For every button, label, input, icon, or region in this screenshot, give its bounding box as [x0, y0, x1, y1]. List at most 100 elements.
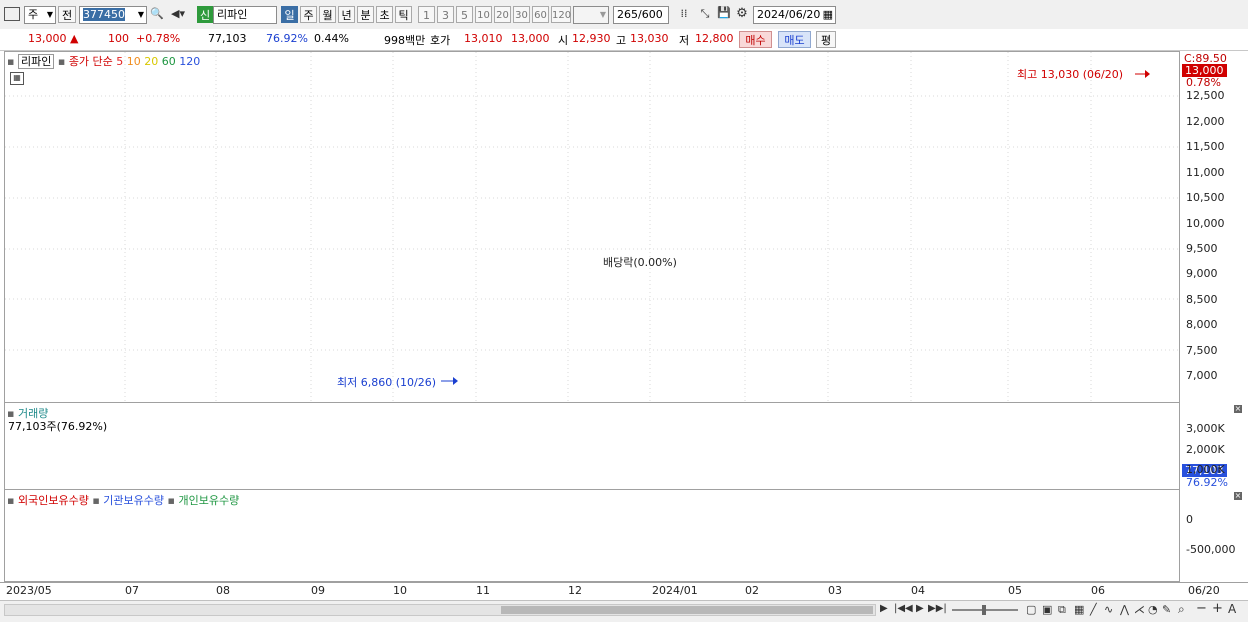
pattern-tool-icon[interactable]: ⋀ [1120, 603, 1129, 616]
y-tick: 7,000 [1186, 369, 1218, 382]
quote-bar: 13,000 ▲ 100 +0.78% 77,103 76.92% 0.44% … [0, 29, 1248, 51]
price-pane-legend: ▪ 리파인 ▪ 종가 단순 5 10 20 60 120 [7, 53, 200, 69]
stock-name-field[interactable]: 리파인 [213, 6, 277, 24]
fan-tool-icon[interactable]: ⋌ [1134, 603, 1145, 616]
pen-tool-icon[interactable]: ✎ [1162, 603, 1171, 616]
draw-tool-icon[interactable]: ⤡ [696, 7, 714, 21]
x-tick: 06 [1091, 584, 1105, 597]
foreign-holdings-label: 외국인보유수량 [17, 494, 89, 507]
speaker-icon[interactable]: ◀▾ [168, 7, 188, 20]
price-chart-pane[interactable]: ▪ 리파인 ▪ 종가 단순 5 10 20 60 120 ▦ 최고 13,030… [4, 51, 1180, 403]
split-view-icon[interactable]: ▣ [1042, 603, 1052, 616]
chevron-down-icon: ▼ [46, 10, 53, 19]
interval-1-button[interactable]: 1 [418, 6, 435, 23]
y-tick: 12,500 [1186, 89, 1225, 102]
x-end-label: 06/20 [1188, 584, 1220, 597]
interval-20-button[interactable]: 20 [494, 6, 511, 23]
x-tick: 07 [125, 584, 139, 597]
chevron-down-icon: ▼ [599, 10, 606, 19]
font-size-icon[interactable]: A [1228, 602, 1236, 616]
institution-holdings-label: 기관보유수량 [103, 494, 165, 507]
volume-current-pct: 76.92% [1186, 476, 1228, 489]
high-label: 고 [616, 34, 627, 47]
low-label: 저 [679, 34, 690, 47]
trend-line-icon[interactable]: ╱ [1090, 603, 1097, 616]
x-tick: 02 [745, 584, 759, 597]
interval-30-button[interactable]: 30 [513, 6, 530, 23]
period-day-button[interactable]: 일 [281, 6, 298, 23]
period-month-button[interactable]: 월 [319, 6, 336, 23]
period-week-button[interactable]: 주 [300, 6, 317, 23]
legend-marker-icon: ▪ [167, 494, 175, 507]
buy-button[interactable]: 매수 [739, 31, 772, 48]
y-tick: 9,500 [1186, 242, 1218, 255]
period-mode-select[interactable]: 주 ▼ [24, 6, 56, 24]
y-tick: 10,000 [1186, 217, 1225, 230]
scroll-right-icon[interactable]: ▶ [880, 603, 888, 614]
zoom-slider[interactable] [952, 605, 1018, 615]
x-tick: 05 [1008, 584, 1022, 597]
layout-icon[interactable]: ▢ [1026, 603, 1036, 616]
zoom-in-icon[interactable]: + [1212, 601, 1223, 616]
y-tick: 9,000 [1186, 267, 1218, 280]
save-icon[interactable]: 💾 [716, 6, 732, 19]
x-axis-bar [0, 582, 1248, 601]
last-page-icon[interactable]: ▶▶| [928, 603, 947, 614]
high-marker-arrowhead [1145, 70, 1150, 78]
holdings-legend: ▪ 외국인보유수량 ▪ 기관보유수량 ▪ 개인보유수량 [7, 492, 239, 508]
gear-icon[interactable]: ⚙ [734, 6, 750, 21]
y-tick: 11,000 [1186, 166, 1225, 179]
search-icon[interactable]: 🔍 [150, 7, 164, 20]
scrollbar-thumb[interactable] [501, 606, 873, 614]
high-annotation: 최고 13,030 (06/20) [1017, 68, 1124, 81]
main-toolbar: 주 ▼ 전 377450 ▼ 🔍 ◀▾ 신 리파인 일 주 월 년 분 초 틱 1 … [0, 0, 1248, 30]
horizontal-scrollbar[interactable] [4, 604, 876, 616]
individual-holdings-label: 개인보유수량 [178, 494, 240, 507]
chart-layout-icon[interactable] [4, 7, 20, 21]
ma-60-label: 60 [161, 55, 176, 68]
candle-settings-icon[interactable]: ⁞⁞ [675, 7, 693, 20]
holdings-pane[interactable]: ▪ 외국인보유수량 ▪ 기관보유수량 ▪ 개인보유수량 [4, 490, 1180, 582]
cycle-tool-icon[interactable]: ◔ [1148, 603, 1158, 616]
ask-label: 호가 [430, 34, 451, 47]
period-minute-button[interactable]: 분 [357, 6, 374, 23]
turnover-ratio: 0.44% [314, 32, 349, 45]
interval-120-button[interactable]: 120 [551, 6, 571, 23]
legend-marker-icon: ▪ [57, 55, 66, 68]
interval-10-button[interactable]: 10 [475, 6, 492, 23]
pane-close-icon[interactable]: × [1234, 405, 1242, 413]
chevron-down-icon: ▼ [137, 10, 144, 19]
data-count-input[interactable]: 265/600 [613, 6, 669, 24]
prev-button[interactable]: 전 [58, 6, 76, 23]
calendar-icon[interactable]: ▦ [823, 7, 833, 23]
zoom-slider-handle[interactable] [982, 605, 986, 615]
pane-title-stock: 리파인 [17, 54, 55, 69]
price-chart-svg [5, 52, 1179, 402]
grid-view-icon[interactable]: ▦ [1074, 603, 1084, 616]
zoom-out-icon[interactable]: − [1196, 601, 1207, 616]
interval-custom-select[interactable]: ▼ [573, 6, 609, 24]
overlay-icon[interactable]: ⧉ [1058, 603, 1066, 617]
date-input[interactable]: 2024/06/20 ▦ [753, 6, 836, 24]
x-tick: 08 [216, 584, 230, 597]
wave-tool-icon[interactable]: ∿ [1104, 603, 1113, 616]
data-table-icon[interactable]: ▦ [10, 72, 24, 85]
pane-close-icon[interactable]: × [1234, 492, 1242, 500]
period-year-button[interactable]: 년 [338, 6, 355, 23]
period-second-button[interactable]: 초 [376, 6, 393, 23]
interval-3-button[interactable]: 3 [437, 6, 454, 23]
x-tick: 03 [828, 584, 842, 597]
volume-ratio: 76.92% [266, 32, 308, 45]
stock-code-input[interactable]: 377450 ▼ [79, 6, 147, 24]
ma-label: 종가 단순 [68, 55, 113, 68]
volume-pane[interactable]: ▪ 거래량 77,103주(76.92%) [4, 403, 1180, 490]
holdings-axis: × [1180, 490, 1244, 582]
period-tick-button[interactable]: 틱 [395, 6, 412, 23]
eval-button[interactable]: 평 [816, 31, 836, 48]
first-page-icon[interactable]: |◀◀ [894, 603, 913, 614]
interval-60-button[interactable]: 60 [532, 6, 549, 23]
play-icon[interactable]: ▶ [916, 603, 924, 614]
interval-5-button[interactable]: 5 [456, 6, 473, 23]
zoom-icon[interactable]: ⌕ [1178, 602, 1185, 617]
sell-button[interactable]: 매도 [778, 31, 811, 48]
